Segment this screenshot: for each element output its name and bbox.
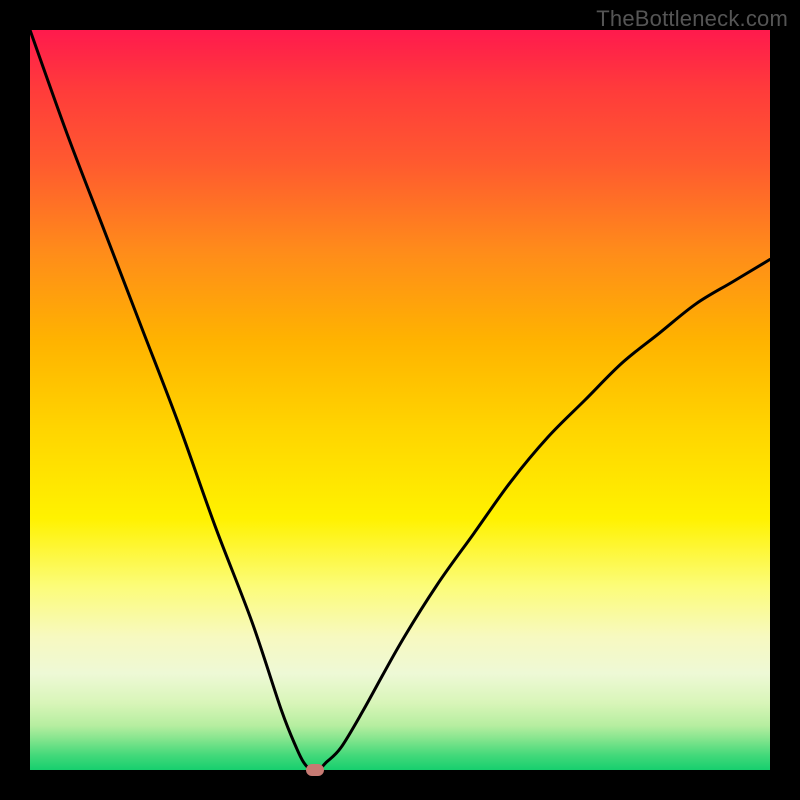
plot-area — [30, 30, 770, 770]
optimal-marker — [306, 764, 324, 776]
bottleneck-curve — [30, 30, 770, 770]
chart-frame: TheBottleneck.com — [0, 0, 800, 800]
watermark-text: TheBottleneck.com — [596, 6, 788, 32]
